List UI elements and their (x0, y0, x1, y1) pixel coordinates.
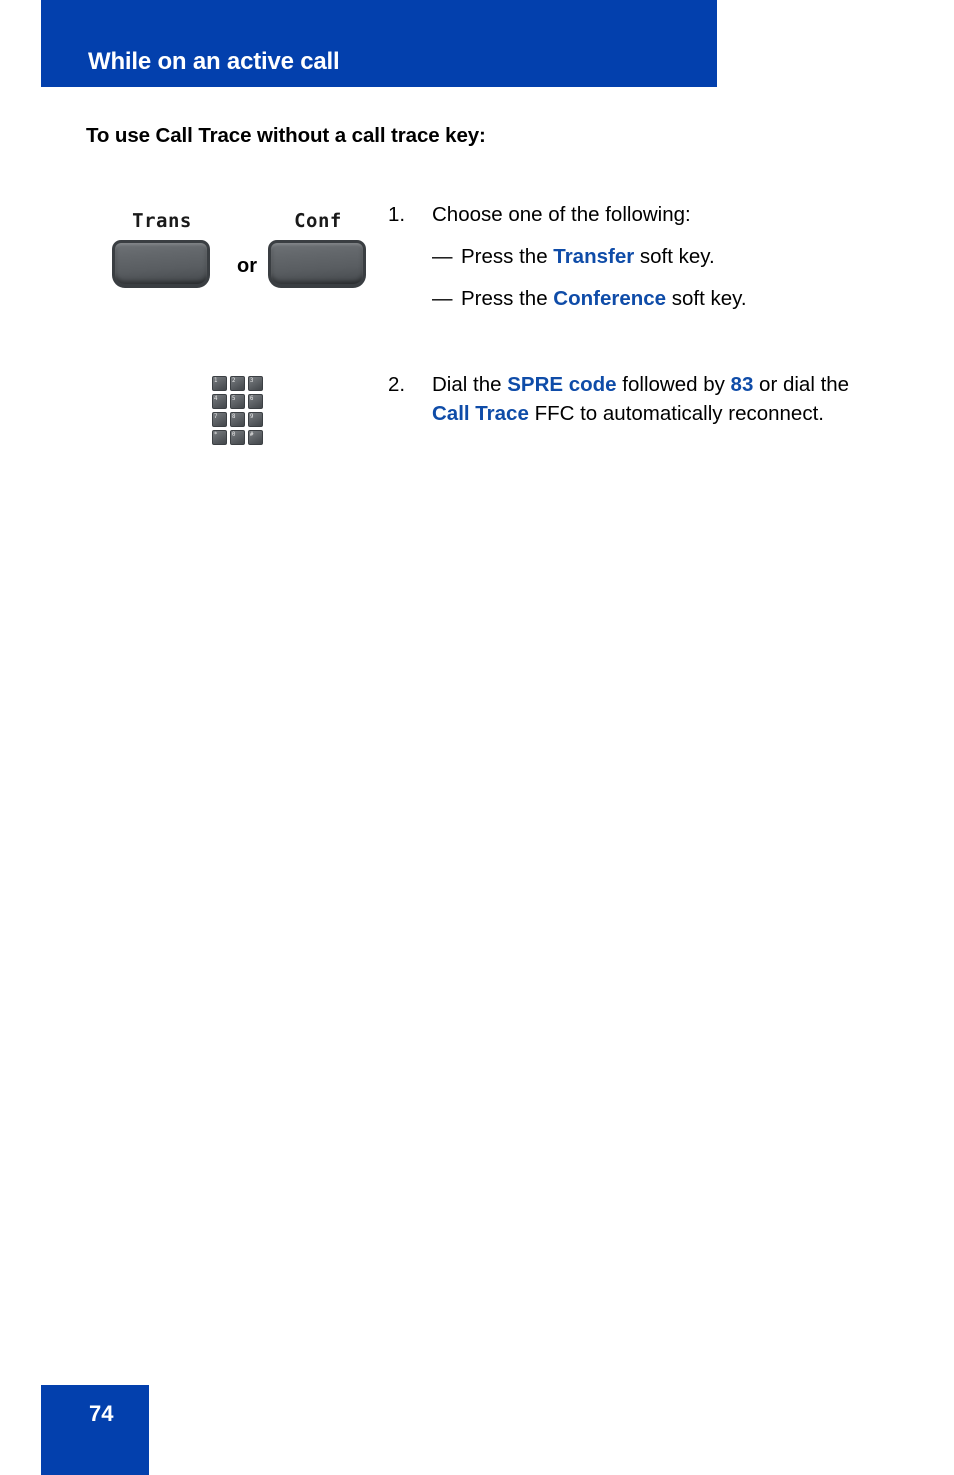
conference-term: Conference (553, 287, 667, 310)
step-1-body: Choose one of the following: — Press the… (432, 200, 888, 326)
keypad-key-9[interactable]: 9 (248, 412, 263, 427)
keypad-key-star[interactable]: * (212, 430, 227, 445)
keypad-key-hash-glyph: # (250, 431, 254, 438)
keypad-key-5-glyph: 5 (232, 395, 236, 402)
em-dash-icon: — (432, 245, 453, 268)
keypad-key-1-glyph: 1 (214, 377, 218, 384)
keypad-key-2[interactable]: 2 (230, 376, 245, 391)
step-2-instruction: Dial the SPRE code followed by 83 or dia… (432, 370, 880, 428)
conference-soft-key-label: Conf (294, 210, 342, 232)
transfer-soft-key-label: Trans (132, 210, 192, 232)
conference-suffix-text: soft key. (666, 287, 747, 310)
keypad-key-hash[interactable]: # (248, 430, 263, 445)
keypad-key-0-glyph: 0 (232, 431, 236, 438)
transfer-soft-key[interactable]: Trans (112, 210, 212, 288)
step-2-text-part-4: FFC to automatically reconnect. (528, 402, 824, 425)
keypad-key-9-glyph: 9 (250, 413, 254, 420)
step-1-row: 1. Choose one of the following: — Press … (388, 200, 888, 326)
conference-soft-key[interactable]: Conf (268, 210, 368, 288)
keypad-key-4-glyph: 4 (214, 395, 218, 402)
step-2-number: 2. (388, 373, 406, 396)
step-2-text-part-1: Dial the (432, 373, 508, 396)
step-2-body: Dial the SPRE code followed by 83 or dia… (432, 370, 888, 428)
step-2-text-part-3: or dial the (753, 373, 850, 396)
conference-prefix-text: Press the (461, 287, 554, 310)
step-1-sub-list: — Press the Transfer soft key. — Press t… (432, 242, 888, 313)
keypad-key-2-glyph: 2 (232, 377, 236, 384)
transfer-term: Transfer (553, 245, 635, 268)
keypad-key-1[interactable]: 1 (212, 376, 227, 391)
step-2-text-part-2: followed by (616, 373, 731, 396)
page-header-bar: While on an active call (41, 0, 717, 87)
conference-soft-key-button[interactable] (268, 240, 366, 288)
step-1-number: 1. (388, 203, 406, 226)
step-2-text-column: 2. Dial the SPRE code followed by 83 or … (388, 370, 888, 428)
keypad-key-4[interactable]: 4 (212, 394, 227, 409)
soft-key-illustration-group: Trans or Conf (112, 210, 372, 320)
dial-keypad-icon[interactable]: 1 2 3 4 5 6 7 8 9 * 0 # (212, 376, 263, 445)
keypad-key-7-glyph: 7 (214, 413, 218, 420)
section-heading: To use Call Trace without a call trace k… (86, 124, 486, 147)
spre-code-term: SPRE code (507, 373, 617, 396)
step-2-row: 2. Dial the SPRE code followed by 83 or … (388, 370, 888, 428)
step-1-instruction: Choose one of the following: (432, 203, 691, 226)
transfer-prefix-text: Press the (461, 245, 554, 268)
footer-page-number-box: 74 (41, 1385, 149, 1475)
step-1-text-column: 1. Choose one of the following: — Press … (388, 200, 888, 326)
step-1-sub-item-transfer-text: Press the Transfer soft key. (461, 242, 888, 271)
keypad-key-0[interactable]: 0 (230, 430, 245, 445)
step-1-sub-item-transfer: — Press the Transfer soft key. (432, 242, 888, 271)
or-separator-label: or (237, 255, 257, 277)
keypad-key-5[interactable]: 5 (230, 394, 245, 409)
em-dash-icon: — (432, 287, 453, 310)
keypad-key-8[interactable]: 8 (230, 412, 245, 427)
keypad-key-6[interactable]: 6 (248, 394, 263, 409)
transfer-suffix-text: soft key. (634, 245, 715, 268)
spre-code-value: 83 (730, 373, 754, 396)
page-number: 74 (89, 1401, 114, 1426)
keypad-key-7[interactable]: 7 (212, 412, 227, 427)
call-trace-term: Call Trace (432, 402, 529, 425)
step-1-sub-item-conference: — Press the Conference soft key. (432, 284, 888, 313)
keypad-key-6-glyph: 6 (250, 395, 254, 402)
keypad-key-8-glyph: 8 (232, 413, 236, 420)
keypad-key-3-glyph: 3 (250, 377, 254, 384)
transfer-soft-key-button[interactable] (112, 240, 210, 288)
step-1-sub-item-conference-text: Press the Conference soft key. (461, 284, 888, 313)
page-header-title: While on an active call (88, 48, 340, 75)
keypad-key-3[interactable]: 3 (248, 376, 263, 391)
keypad-key-star-glyph: * (214, 431, 218, 438)
